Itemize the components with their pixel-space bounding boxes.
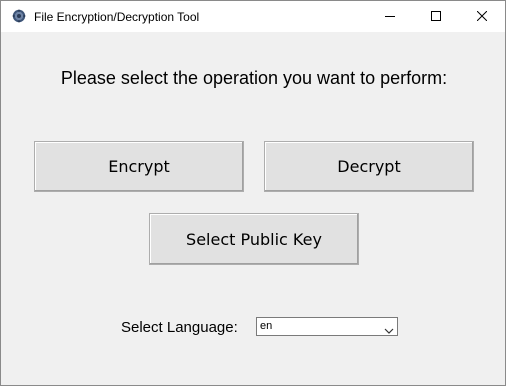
maximize-button[interactable] (413, 1, 459, 32)
title-bar[interactable]: File Encryption/Decryption Tool (1, 1, 505, 32)
decrypt-button[interactable]: Decrypt (264, 141, 474, 192)
gear-icon (12, 9, 26, 23)
chevron-down-icon (384, 322, 394, 334)
minimize-button[interactable] (367, 1, 413, 32)
select-public-key-button[interactable]: Select Public Key (149, 213, 359, 265)
window-title: File Encryption/Decryption Tool (34, 10, 200, 24)
language-label: Select Language: (121, 319, 238, 336)
language-selected-value: en (260, 320, 273, 332)
main-panel: Please select the operation you want to … (1, 32, 505, 385)
minimize-icon (385, 8, 395, 26)
app-window: File Encryption/Decryption Tool Please s… (0, 0, 506, 386)
close-button[interactable] (459, 1, 505, 32)
language-select[interactable]: en (256, 317, 398, 336)
page-title: Please select the operation you want to … (60, 68, 448, 88)
encrypt-button[interactable]: Encrypt (34, 141, 244, 192)
close-icon (476, 8, 488, 26)
maximize-icon (431, 8, 441, 26)
